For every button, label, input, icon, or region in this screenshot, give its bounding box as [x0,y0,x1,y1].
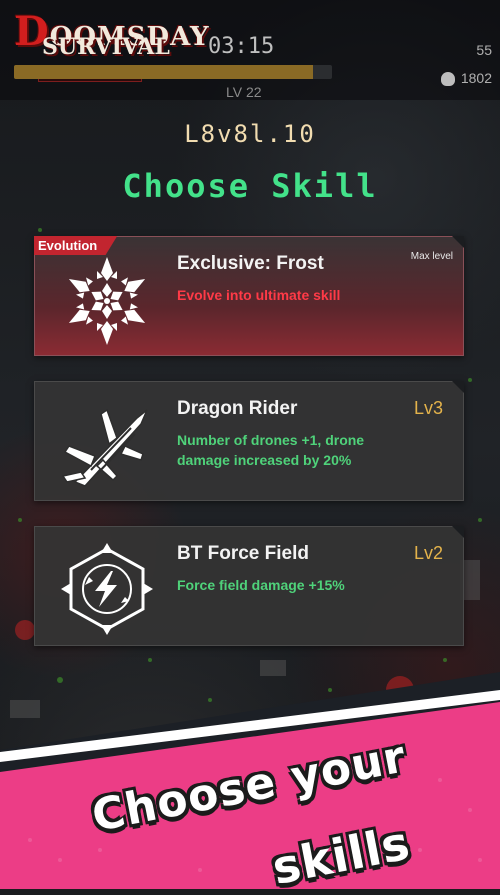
skill-description: Force field damage +15% [177,577,345,593]
skill-description: Evolve into ultimate skill [177,287,341,303]
match-timer: 03:15 [208,34,275,59]
force-field-icon [61,543,153,635]
xp-progress-bar [14,65,332,79]
kills-bottom-value: 1802 [460,70,492,86]
kill-counter: 55 1802 [440,40,492,96]
skill-name: Dragon Rider [177,398,298,419]
skill-card-force-field[interactable]: BT Force Field Force field damage +15% L… [34,526,464,646]
skill-level: Lv3 [413,398,443,418]
player-level: LV 22 [226,84,262,100]
skill-card-dragon-rider[interactable]: Dragon Rider Number of drones +1, drone … [34,381,464,501]
skill-level: Lv2 [413,543,443,563]
choose-skill-title: Choose Skill [122,167,378,205]
jet-icon [61,408,148,487]
kills-top-value: 55 [476,42,492,58]
level-title: L8v8l.10 [184,120,316,148]
skull-icon [440,72,455,87]
snowflake-icon [63,257,151,345]
skill-description: Number of drones +1, drone damage increa… [177,432,365,468]
skill-name: Exclusive: Frost [177,253,324,274]
skill-card-frost[interactable]: Evolution Exclusive: Frost Evolve into u… [34,236,464,356]
skill-name: BT Force Field [177,543,309,564]
skill-level: Max level [410,251,453,262]
